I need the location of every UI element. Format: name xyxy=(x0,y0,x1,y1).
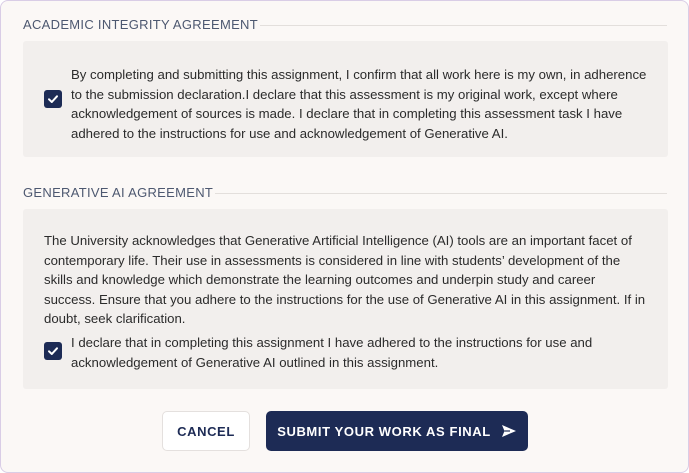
generative-ai-declaration: I declare that in completing this assign… xyxy=(71,333,661,372)
intro-line: doubt, seek clarification. xyxy=(44,311,186,326)
statement-line: acknowledgement of sources is made. I de… xyxy=(71,106,623,121)
checkmark-icon xyxy=(48,347,58,355)
send-icon xyxy=(501,424,517,438)
submit-button-label: SUBMIT YOUR WORK AS FINAL xyxy=(277,423,491,439)
generative-heading-divider xyxy=(215,193,667,194)
declaration-line: I declare that in completing this assign… xyxy=(71,335,593,350)
academic-integrity-heading: ACADEMIC INTEGRITY AGREEMENT xyxy=(23,17,258,32)
academic-integrity-card: By completing and submitting this assign… xyxy=(23,41,668,157)
intro-line: The University acknowledges that Generat… xyxy=(44,233,632,248)
generative-ai-checkbox[interactable] xyxy=(44,342,62,360)
assignment-submission-panel: ACADEMIC INTEGRITY AGREEMENT By completi… xyxy=(0,0,689,473)
checkmark-icon xyxy=(48,95,58,103)
academic-integrity-checkbox[interactable] xyxy=(44,90,62,108)
statement-line: adhered to the instructions for use and … xyxy=(71,125,508,141)
generative-ai-intro: The University acknowledges that Generat… xyxy=(44,231,659,329)
academic-heading-divider xyxy=(260,25,667,26)
declaration-line: acknowledgement of Generative AI outline… xyxy=(71,354,439,370)
intro-line: contemporary life. Their use in assessme… xyxy=(44,252,621,268)
submit-final-button[interactable]: SUBMIT YOUR WORK AS FINAL xyxy=(266,411,528,451)
cancel-button[interactable]: CANCEL xyxy=(162,411,250,451)
statement-line: By completing and submitting this assign… xyxy=(71,67,647,82)
academic-integrity-statement: By completing and submitting this assign… xyxy=(71,65,661,143)
intro-line: skills and knowledge which demonstrate t… xyxy=(44,272,596,287)
generative-ai-card: The University acknowledges that Generat… xyxy=(23,209,668,389)
generative-ai-heading: GENERATIVE AI AGREEMENT xyxy=(23,185,214,200)
cancel-button-label: CANCEL xyxy=(177,423,235,439)
statement-line: to the submission declaration.I declare … xyxy=(71,86,618,102)
intro-line: success. Ensure that you adhere to the i… xyxy=(44,291,646,307)
